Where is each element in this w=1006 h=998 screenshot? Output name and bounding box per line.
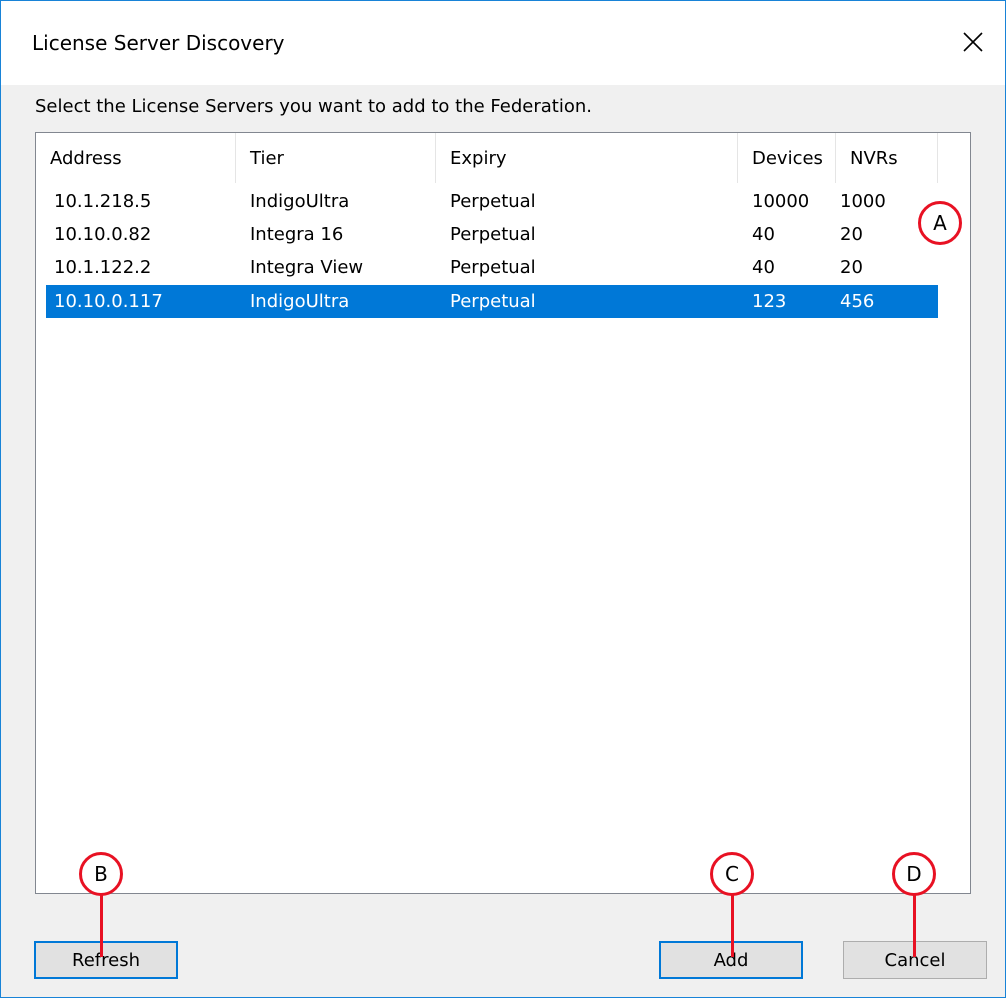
callout-d-pointer xyxy=(913,895,916,957)
table-row[interactable]: 10.1.122.2 Integra View Perpetual 40 20 xyxy=(46,251,938,284)
window-title: License Server Discovery xyxy=(32,31,285,55)
column-header-nvrs[interactable]: NVRs xyxy=(836,133,938,183)
cell-expiry: Perpetual xyxy=(450,291,536,312)
refresh-button[interactable]: Refresh xyxy=(34,941,178,979)
cell-tier: IndigoUltra xyxy=(250,191,350,212)
callout-b: B xyxy=(79,852,123,896)
instruction-text: Select the License Servers you want to a… xyxy=(35,96,592,117)
callout-b-pointer xyxy=(100,895,103,957)
close-button[interactable] xyxy=(941,11,1005,77)
cell-tier: Integra 16 xyxy=(250,224,344,245)
column-header-tier[interactable]: Tier xyxy=(236,133,436,183)
cell-devices: 40 xyxy=(752,257,775,278)
callout-c: C xyxy=(710,852,754,896)
license-server-discovery-dialog: License Server Discovery Select the Lice… xyxy=(0,0,1006,998)
cell-expiry: Perpetual xyxy=(450,191,536,212)
cell-tier: IndigoUltra xyxy=(250,291,350,312)
cell-devices: 123 xyxy=(752,291,787,312)
cell-devices: 10000 xyxy=(752,191,810,212)
title-bar: License Server Discovery xyxy=(1,1,1005,85)
list-header: Address Tier Expiry Devices NVRs xyxy=(36,133,970,183)
table-row[interactable]: 10.1.218.5 IndigoUltra Perpetual 10000 1… xyxy=(46,185,938,218)
cell-nvrs: 456 xyxy=(840,291,875,312)
column-header-devices[interactable]: Devices xyxy=(738,133,836,183)
cell-address: 10.1.218.5 xyxy=(54,191,152,212)
column-header-address[interactable]: Address xyxy=(36,133,236,183)
cell-nvrs: 1000 xyxy=(840,191,886,212)
cell-nvrs: 20 xyxy=(840,257,863,278)
column-header-expiry[interactable]: Expiry xyxy=(436,133,738,183)
cell-expiry: Perpetual xyxy=(450,224,536,245)
cell-expiry: Perpetual xyxy=(450,257,536,278)
close-icon xyxy=(962,31,984,57)
cell-address: 10.10.0.117 xyxy=(54,291,163,312)
cell-address: 10.1.122.2 xyxy=(54,257,152,278)
callout-c-pointer xyxy=(731,895,734,957)
cell-devices: 40 xyxy=(752,224,775,245)
table-row[interactable]: 10.10.0.82 Integra 16 Perpetual 40 20 xyxy=(46,218,938,251)
license-server-list[interactable]: Address Tier Expiry Devices NVRs 10.1.21… xyxy=(35,132,971,894)
cell-nvrs: 20 xyxy=(840,224,863,245)
table-row-selected[interactable]: 10.10.0.117 IndigoUltra Perpetual 123 45… xyxy=(46,285,938,318)
callout-d: D xyxy=(892,852,936,896)
cell-tier: Integra View xyxy=(250,257,364,278)
callout-a: A xyxy=(918,201,962,245)
cell-address: 10.10.0.82 xyxy=(54,224,152,245)
